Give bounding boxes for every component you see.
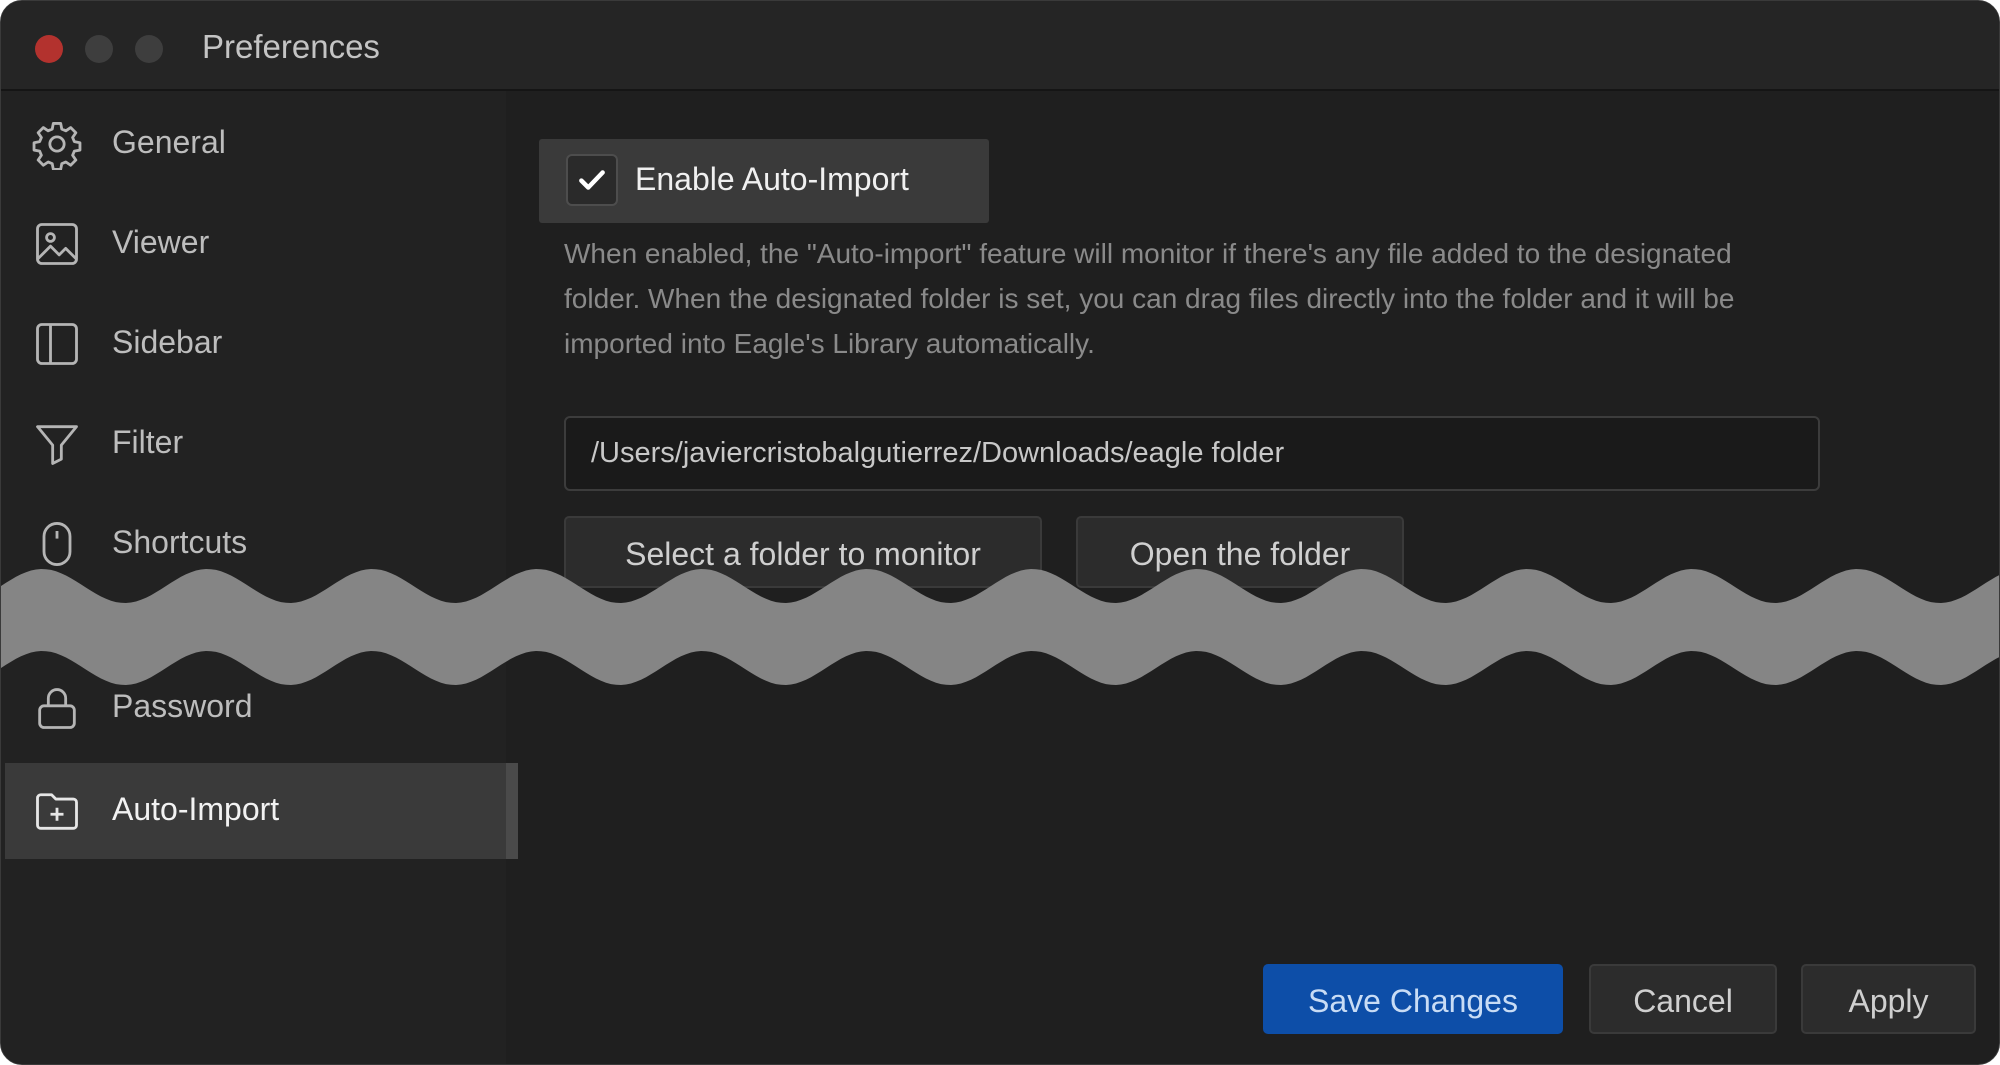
title-bar: Preferences [1, 1, 1999, 91]
zoom-window-button[interactable] [135, 35, 163, 63]
sidebar-icon [31, 318, 83, 370]
sidebar-item-label: Auto-Import [112, 791, 280, 827]
apply-button[interactable]: Apply [1801, 964, 1976, 1034]
preferences-window: Preferences General Viewer Sidebar Filte… [0, 0, 2000, 1065]
image-icon [31, 218, 83, 270]
gear-icon [31, 118, 83, 171]
enable-auto-import-checkbox[interactable] [566, 154, 618, 206]
sidebar-item-auto-import[interactable]: Auto-Import [5, 763, 506, 859]
sidebar-item-sidebar[interactable]: Sidebar [5, 296, 519, 392]
sidebar-item-label: Filter [112, 424, 184, 460]
folder-path-field[interactable] [564, 416, 1820, 491]
folder-plus-icon [31, 785, 83, 837]
filter-icon [31, 418, 83, 470]
save-changes-button[interactable]: Save Changes [1263, 964, 1563, 1034]
close-window-button[interactable] [35, 35, 63, 63]
enable-auto-import-toggle[interactable]: Enable Auto-Import [539, 139, 989, 223]
active-item-indicator [506, 763, 518, 859]
sidebar-item-general[interactable]: General [5, 96, 519, 192]
cancel-button[interactable]: Cancel [1589, 964, 1777, 1034]
sidebar-item-viewer[interactable]: Viewer [5, 196, 519, 292]
sidebar-item-filter[interactable]: Filter [5, 396, 519, 492]
sidebar-item-label: Viewer [112, 224, 210, 260]
checkmark-icon [579, 170, 605, 190]
screenshot-tear-overlay [1, 569, 1999, 685]
sidebar-item-label: Sidebar [112, 324, 223, 360]
window-title: Preferences [202, 28, 380, 65]
auto-import-description: When enabled, the "Auto-import" feature … [564, 238, 1735, 359]
sidebar-item-label: General [112, 124, 226, 160]
minimize-window-button[interactable] [85, 35, 113, 63]
enable-auto-import-label: Enable Auto-Import [635, 161, 909, 197]
